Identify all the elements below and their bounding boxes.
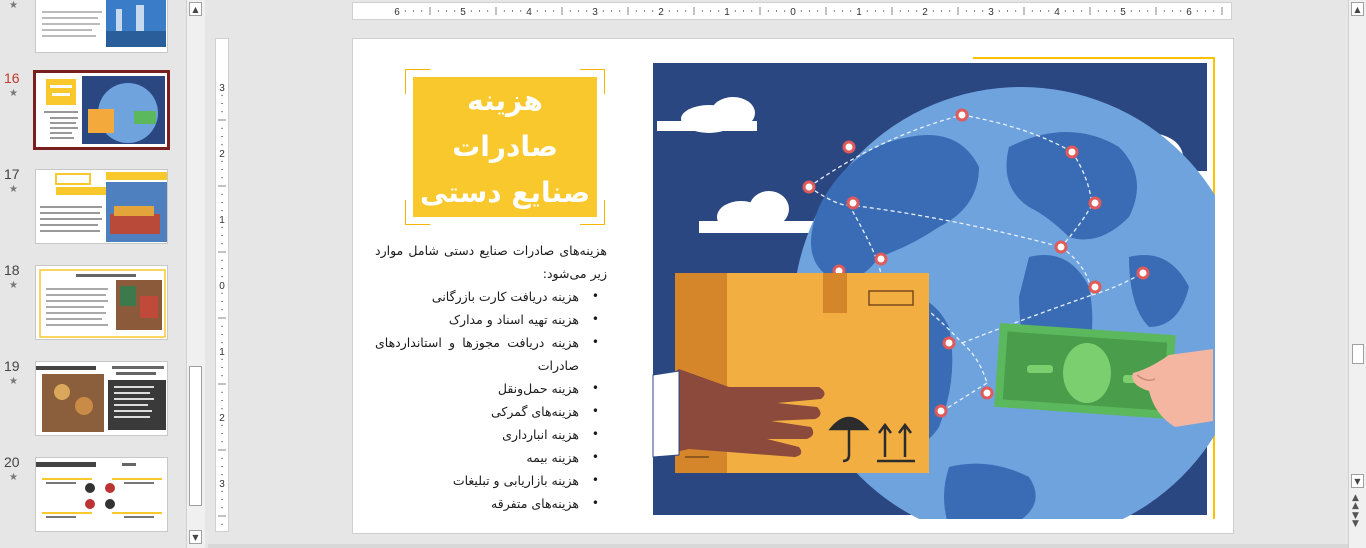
slide-number-17: 17 xyxy=(4,166,20,182)
list-item: هزینه انبارداری xyxy=(375,423,607,446)
slide-thumbnail-17[interactable] xyxy=(35,169,168,244)
slide-body-text[interactable]: هزینه‌های صادرات صنایع دستی شامل موارد ز… xyxy=(375,239,607,515)
slide-thumbnail-19[interactable] xyxy=(35,361,168,436)
ruler-label: 1 xyxy=(856,7,862,18)
list-item: هزینه حمل‌ونقل xyxy=(375,377,607,400)
slide-number-18: 18 xyxy=(4,262,20,278)
prev-slide-icon[interactable]: ▲ ▲ xyxy=(1352,494,1359,511)
ruler-label: 3 xyxy=(592,7,598,18)
star-icon: ★ xyxy=(9,0,18,11)
ruler-label: 6 xyxy=(1186,7,1192,18)
bottom-divider xyxy=(208,544,1348,548)
list-item: هزینه بازاریابی و تبلیغات xyxy=(375,469,607,492)
ruler-label: 4 xyxy=(526,7,532,18)
list-item: هزینه‌های متفرقه xyxy=(375,492,607,515)
vertical-ruler: 3 2 1 0 1 2 3 xyxy=(215,38,229,532)
export-illustration[interactable] xyxy=(649,57,1215,519)
ruler-label: 1 xyxy=(219,347,225,358)
slide-number-16: 16 xyxy=(4,70,20,86)
star-icon: ★ xyxy=(9,376,18,387)
star-icon: ★ xyxy=(9,184,18,195)
scroll-down-icon[interactable]: ▼ xyxy=(1351,474,1364,488)
star-icon: ★ xyxy=(9,280,18,291)
slide-thumbnail-20[interactable] xyxy=(35,457,168,532)
ruler-label: 2 xyxy=(219,149,225,160)
star-icon: ★ xyxy=(9,88,18,99)
ruler-label: 0 xyxy=(790,7,796,18)
bullet-list: هزینه دریافت کارت بازرگانی هزینه تهیه اس… xyxy=(375,285,607,515)
thumbnail-scroll-thumb[interactable] xyxy=(189,366,202,506)
ruler-label: 1 xyxy=(219,215,225,226)
ruler-label: 3 xyxy=(219,83,225,94)
next-slide-icon[interactable]: ▼ ▼ xyxy=(1352,512,1359,529)
scroll-down-icon[interactable]: ▼ xyxy=(189,530,202,544)
ruler-label: 3 xyxy=(988,7,994,18)
list-item: هزینه تهیه اسناد و مدارک xyxy=(375,308,607,331)
slide-scroll-thumb[interactable] xyxy=(1352,344,1364,364)
title-line-2: صنایع دستی xyxy=(419,176,591,209)
horizontal-ruler: 6 5 4 3 2 1 0 1 2 3 4 5 6 xyxy=(352,2,1232,20)
slide-scrollbar[interactable]: ▲ ▼ ▲ ▲ ▼ ▼ xyxy=(1348,0,1366,548)
ruler-label: 2 xyxy=(658,7,664,18)
ruler-label: 2 xyxy=(219,413,225,424)
slide-thumbnail-15[interactable] xyxy=(35,0,168,53)
scroll-up-icon[interactable]: ▲ xyxy=(1351,2,1364,16)
slide-thumbnail-16[interactable] xyxy=(33,70,170,150)
title-frame: هزینه صادرات صنایع دستی xyxy=(405,69,605,225)
list-item: هزینه دریافت کارت بازرگانی xyxy=(375,285,607,308)
slide-canvas[interactable]: هزینه صادرات صنایع دستی هزینه‌های صادرات… xyxy=(352,38,1234,534)
thumbnail-scrollbar[interactable]: ▲ ▼ xyxy=(186,0,205,548)
ruler-label: 4 xyxy=(1054,7,1060,18)
scroll-up-icon[interactable]: ▲ xyxy=(189,2,202,16)
slide-title[interactable]: هزینه صادرات صنایع دستی xyxy=(413,77,597,217)
ruler-label: 2 xyxy=(922,7,928,18)
ruler-label: 6 xyxy=(394,7,400,18)
ruler-label: 5 xyxy=(1120,7,1126,18)
title-line-1: هزینه صادرات xyxy=(452,84,558,163)
star-icon: ★ xyxy=(9,472,18,483)
list-item: هزینه دریافت مجوزها و استانداردهای صادرا… xyxy=(375,331,607,377)
ruler-label: 3 xyxy=(219,479,225,490)
ruler-label: 5 xyxy=(460,7,466,18)
slide-thumbnail-pane: ★ 16 ★ 17 ★ 18 ★ 19 ★ 20 ★ xyxy=(0,0,186,548)
slide-number-20: 20 xyxy=(4,454,20,470)
ruler-label: 1 xyxy=(724,7,730,18)
list-item: هزینه بیمه xyxy=(375,446,607,469)
intro-paragraph: هزینه‌های صادرات صنایع دستی شامل موارد ز… xyxy=(375,243,607,281)
ruler-label: 0 xyxy=(219,281,225,292)
slide-number-19: 19 xyxy=(4,358,20,374)
list-item: هزینه‌های گمرکی xyxy=(375,400,607,423)
slide-thumbnail-18[interactable] xyxy=(35,265,168,340)
